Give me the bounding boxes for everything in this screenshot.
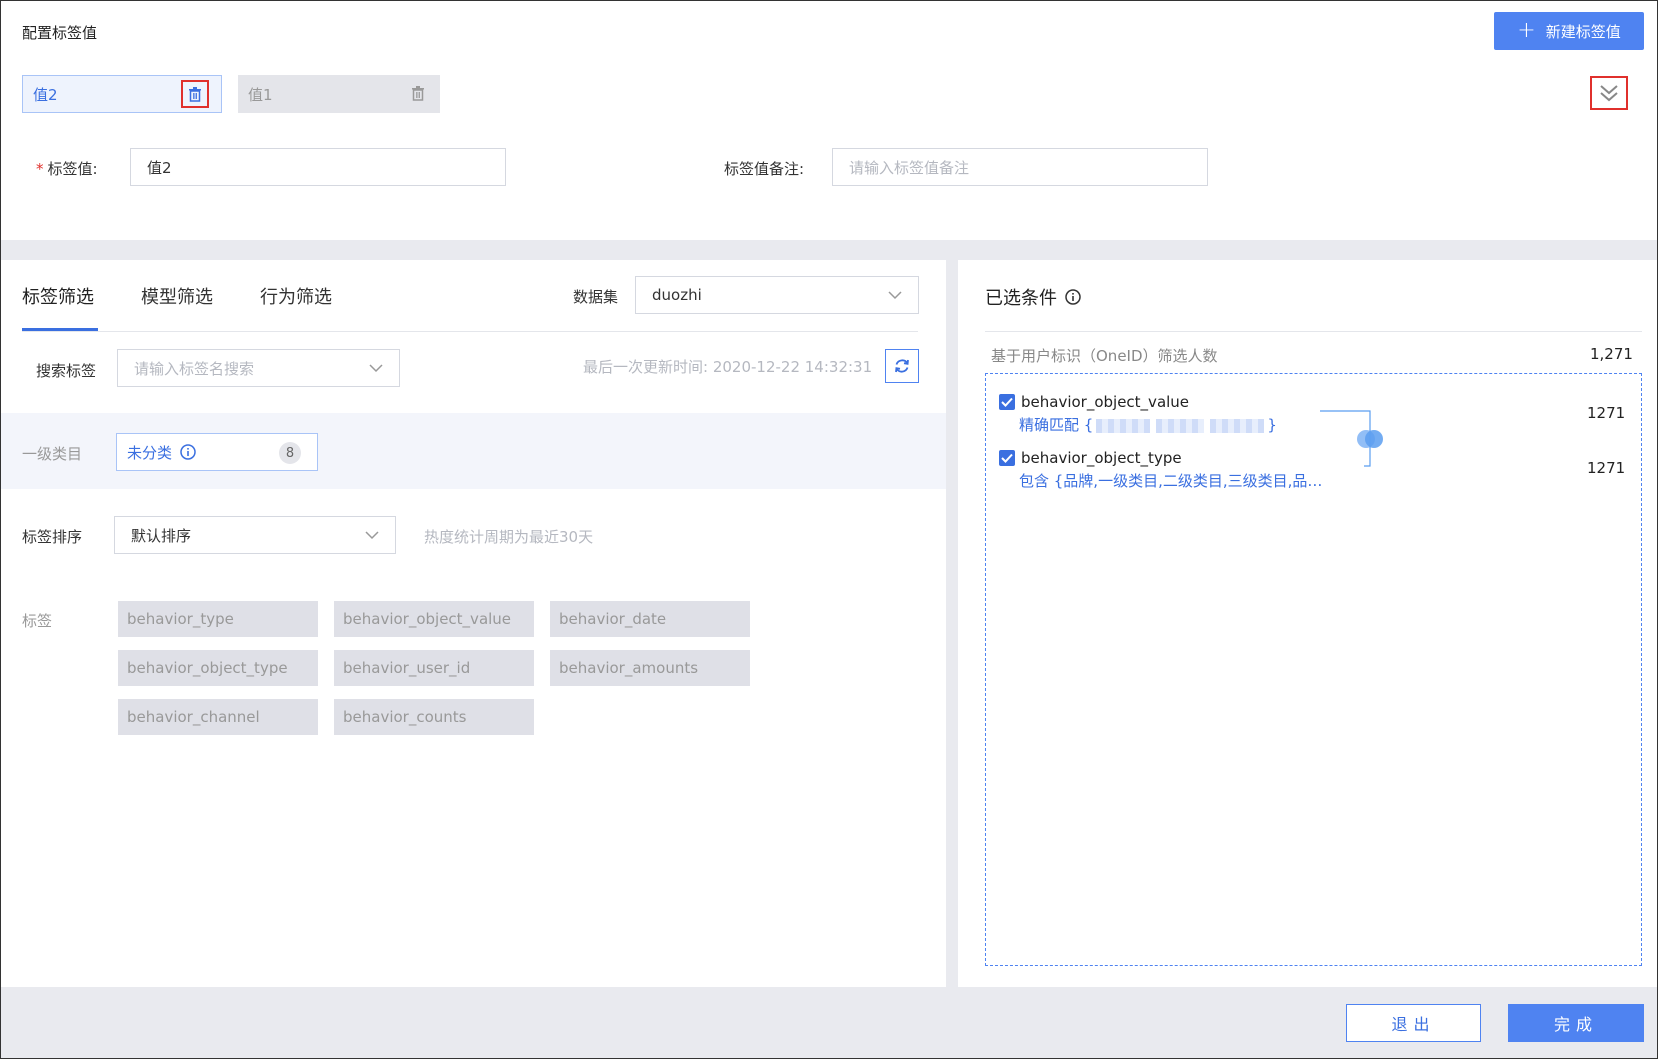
condition-count: 1271 xyxy=(1587,404,1626,422)
condition-checkbox[interactable] xyxy=(999,450,1015,466)
refresh-button[interactable] xyxy=(885,349,919,383)
new-tag-value-label: 新建标签值 xyxy=(1545,22,1621,41)
delete-value-button[interactable] xyxy=(404,79,432,107)
search-tag-select[interactable]: 请输入标签名搜索 xyxy=(117,349,400,387)
sort-select[interactable]: 默认排序 xyxy=(114,516,396,554)
selected-conditions-title: 已选条件 xyxy=(985,288,1057,309)
tag-value-note-input[interactable]: 请输入标签值备注 xyxy=(832,148,1208,186)
chevron-down-icon xyxy=(365,531,379,540)
basis-count: 1,271 xyxy=(1590,345,1633,363)
condition-checkbox[interactable] xyxy=(999,394,1015,410)
tag-chip[interactable]: behavior_object_type xyxy=(118,650,318,686)
redacted-value xyxy=(1210,418,1265,433)
header-divider xyxy=(985,331,1642,332)
done-button[interactable]: 完成 xyxy=(1508,1004,1644,1042)
tab-behavior-filter[interactable]: 行为筛选 xyxy=(260,283,332,309)
basis-label: 基于用户标识（OneID）筛选人数 xyxy=(991,347,1218,365)
condition-row: behavior_object_value xyxy=(999,393,1189,411)
tag-value-note-label: 标签值备注: xyxy=(724,160,805,178)
page-title: 配置标签值 xyxy=(22,24,98,42)
and-or-connector-icon[interactable] xyxy=(1318,408,1388,472)
sort-value: 默认排序 xyxy=(131,526,192,545)
tag-chip[interactable]: behavior_date xyxy=(550,601,750,637)
tag-chip[interactable]: behavior_type xyxy=(118,601,318,637)
redacted-value xyxy=(1156,418,1205,433)
delete-value-button[interactable] xyxy=(181,80,209,108)
tab-divider xyxy=(22,331,918,332)
last-update-time: 最后一次更新时间: 2020-12-22 14:32:31 xyxy=(583,358,873,376)
config-panel xyxy=(1,1,1657,240)
chevron-down-icon xyxy=(369,364,383,373)
double-chevron-down-icon xyxy=(1600,85,1618,102)
tab-model-filter[interactable]: 模型筛选 xyxy=(141,283,213,309)
condition-detail[interactable]: 包含 {品牌,一级类目,二级类目,三级类目,品… xyxy=(1019,470,1349,491)
condition-name: behavior_object_type xyxy=(1021,449,1182,467)
condition-name: behavior_object_value xyxy=(1021,393,1190,411)
sort-hint: 热度统计周期为最近30天 xyxy=(424,528,594,546)
tag-chip[interactable]: behavior_amounts xyxy=(550,650,750,686)
new-tag-value-button[interactable]: + 新建标签值 xyxy=(1494,12,1644,50)
required-mark: * xyxy=(36,160,44,178)
tag-value-label: * 标签值: xyxy=(36,160,98,178)
dataset-label: 数据集 xyxy=(573,288,619,306)
sort-label: 标签排序 xyxy=(22,528,83,546)
tab-tag-filter[interactable]: 标签筛选 xyxy=(22,283,94,309)
chevron-down-icon xyxy=(888,291,902,300)
condition-count: 1271 xyxy=(1587,459,1626,477)
value-tab-active[interactable]: 值2 xyxy=(22,75,222,113)
tag-chip[interactable]: behavior_user_id xyxy=(334,650,534,686)
condition-detail[interactable]: 精确匹配 {} xyxy=(1019,414,1277,435)
info-icon xyxy=(180,444,196,460)
trash-icon xyxy=(412,85,424,101)
category-chip-uncategorized[interactable]: 未分类 8 xyxy=(116,433,318,471)
search-tag-placeholder: 请输入标签名搜索 xyxy=(134,359,255,378)
dataset-value: duozhi xyxy=(652,286,702,304)
checkmark-icon xyxy=(1001,453,1013,463)
category-label: 一级类目 xyxy=(22,445,83,463)
value-tab-label: 值1 xyxy=(248,85,273,104)
dataset-select[interactable]: duozhi xyxy=(635,276,919,314)
exit-button[interactable]: 退出 xyxy=(1346,1004,1481,1042)
checkmark-icon xyxy=(1001,397,1013,407)
tag-chip[interactable]: behavior_object_value xyxy=(334,601,534,637)
plus-icon: + xyxy=(1517,18,1536,43)
tag-chip[interactable]: behavior_channel xyxy=(118,699,318,735)
value-tab-label: 值2 xyxy=(33,85,58,104)
selected-conditions-header: 已选条件 xyxy=(985,284,1081,310)
collapse-toggle-button[interactable] xyxy=(1590,76,1628,110)
tags-label: 标签 xyxy=(22,612,53,630)
tag-chip[interactable]: behavior_counts xyxy=(334,699,534,735)
info-icon[interactable] xyxy=(1065,289,1081,305)
search-tag-label: 搜索标签 xyxy=(36,362,97,380)
redacted-value xyxy=(1096,418,1151,433)
value-tab-inactive[interactable]: 值1 xyxy=(238,75,440,113)
condition-row: behavior_object_type xyxy=(999,449,1182,467)
trash-icon xyxy=(189,86,201,102)
category-count-badge: 8 xyxy=(279,442,301,464)
tag-value-input[interactable]: 值2 xyxy=(130,148,506,186)
category-chip-label: 未分类 xyxy=(127,443,173,462)
refresh-icon xyxy=(895,359,909,373)
